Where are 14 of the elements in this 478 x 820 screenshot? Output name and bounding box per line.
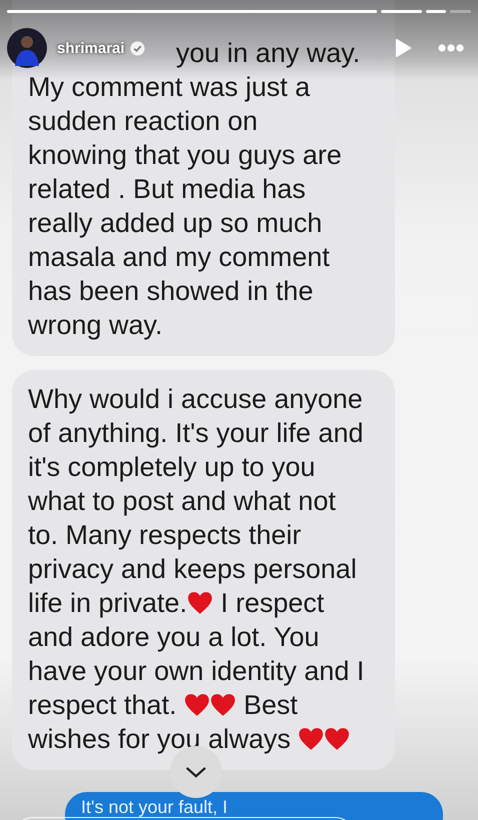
chevron-down-icon (185, 766, 207, 778)
story-progress-bar (380, 10, 422, 13)
heart-icon (187, 591, 214, 615)
username[interactable]: shrimarai (57, 40, 125, 56)
message-text: you in any way. (176, 37, 360, 70)
heart-icon (210, 693, 236, 717)
heart-icon (184, 693, 210, 717)
message-text: Why would i accuse anyone of anything. It's your life and it's completely up to you what to post and what not to. Many respects their privacy and keeps personal life in private. I respect and adore you a lot. You have your own identity and I respect that. Best wishes for you always (28, 383, 364, 756)
heart-icon (324, 727, 350, 751)
heart-icon (298, 727, 324, 751)
avatar-icon[interactable] (7, 28, 47, 68)
story-progress-bar (426, 10, 446, 13)
message-text: My comment was just a sudden reaction on knowing that you guys are related . But media has really added up so much masala and my comment has been showed in the wrong way. (28, 71, 342, 342)
message-text: It's not your fault, I (81, 798, 228, 816)
